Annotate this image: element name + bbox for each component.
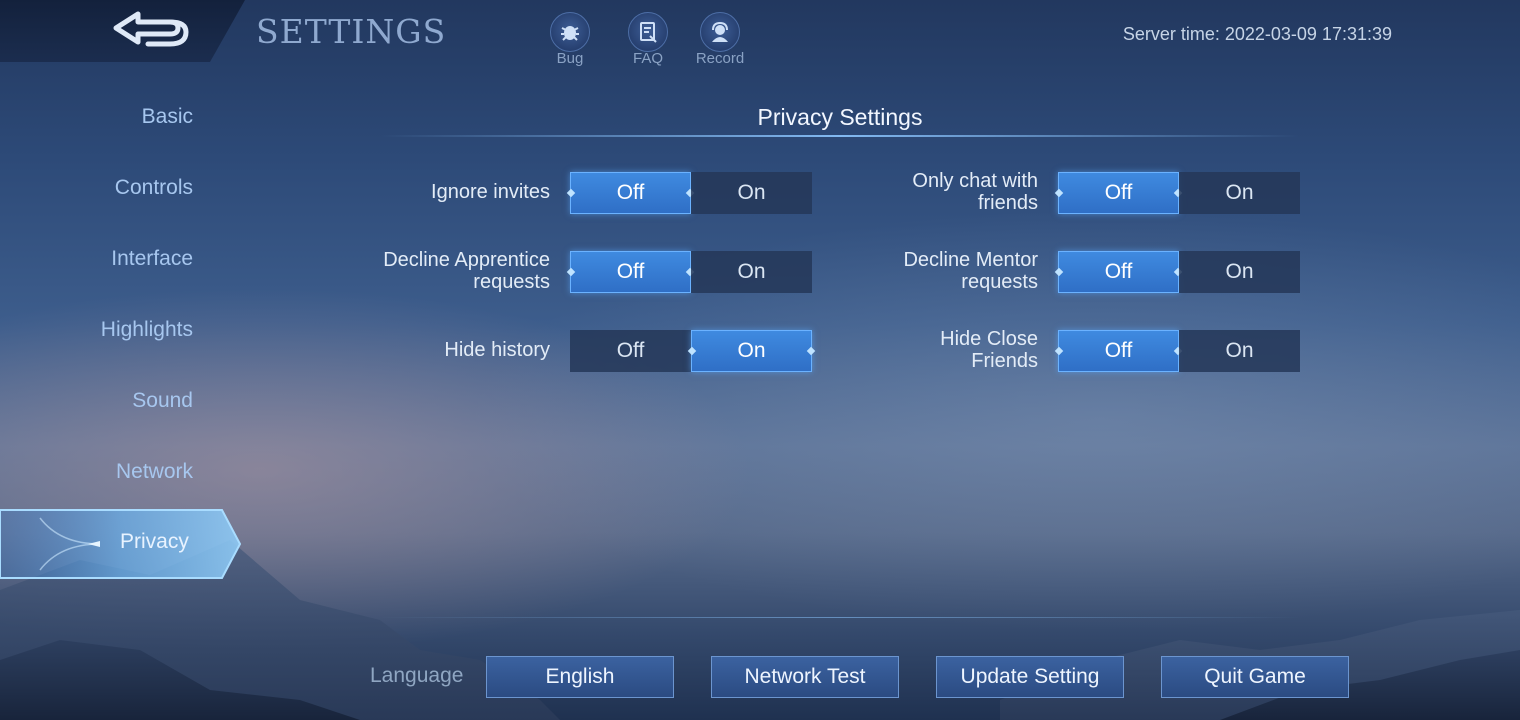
sidebar-item-privacy[interactable]: Privacy	[0, 508, 242, 580]
network-test-button[interactable]: Network Test	[711, 656, 899, 698]
ignore-invites-toggle[interactable]: Off On	[570, 172, 812, 214]
decline-mentor-requests-label: Decline Mentor requests	[903, 249, 1038, 293]
hide-close-friends-off[interactable]: Off	[1058, 330, 1179, 372]
ignore-invites-off[interactable]: Off	[570, 172, 691, 214]
hide-close-friends-on[interactable]: On	[1179, 330, 1300, 372]
sidebar-item-sound[interactable]: Sound	[13, 389, 193, 413]
only-chat-with-friends-on[interactable]: On	[1179, 172, 1300, 214]
hide-close-friends-toggle[interactable]: Off On	[1058, 330, 1300, 372]
update-setting-button[interactable]: Update Setting	[936, 656, 1124, 698]
ignore-invites-label: Ignore invites	[431, 181, 550, 203]
record-button[interactable]: Record	[685, 12, 755, 66]
only-chat-with-friends-toggle[interactable]: Off On	[1058, 172, 1300, 214]
section-divider	[380, 135, 1300, 137]
ignore-invites-on[interactable]: On	[691, 172, 812, 214]
bug-icon	[550, 12, 590, 52]
faq-icon	[628, 12, 668, 52]
hide-history-on[interactable]: On	[691, 330, 812, 372]
sidebar-item-basic[interactable]: Basic	[13, 105, 193, 129]
decline-apprentice-requests-off[interactable]: Off	[570, 251, 691, 293]
language-button[interactable]: English	[486, 656, 674, 698]
record-icon	[700, 12, 740, 52]
decline-mentor-requests-toggle[interactable]: Off On	[1058, 251, 1300, 293]
only-chat-with-friends-off[interactable]: Off	[1058, 172, 1179, 214]
bottom-divider	[380, 617, 1300, 618]
decline-apprentice-requests-toggle[interactable]: Off On	[570, 251, 812, 293]
sidebar-item-label: Privacy	[120, 530, 189, 553]
faq-button[interactable]: FAQ	[613, 12, 683, 66]
server-time: Server time: 2022-03-09 17:31:39	[1122, 24, 1392, 44]
decline-apprentice-requests-label: Decline Apprentice requests	[383, 249, 550, 293]
page-title: SETTINGS	[256, 12, 447, 51]
record-label: Record	[695, 50, 745, 67]
hide-history-off[interactable]: Off	[570, 330, 691, 372]
back-button[interactable]	[108, 8, 198, 54]
sidebar-item-controls[interactable]: Controls	[13, 176, 193, 200]
hide-close-friends-label: Hide Close Friends	[940, 328, 1038, 372]
sidebar-item-highlights[interactable]: Highlights	[13, 318, 193, 342]
decline-mentor-requests-off[interactable]: Off	[1058, 251, 1179, 293]
faq-label: FAQ	[632, 50, 663, 67]
section-title: Privacy Settings	[757, 104, 923, 130]
decline-mentor-requests-on[interactable]: On	[1179, 251, 1300, 293]
hide-history-label: Hide history	[444, 339, 550, 361]
sidebar-item-network[interactable]: Network	[13, 460, 193, 484]
only-chat-with-friends-label: Only chat with friends	[912, 170, 1038, 214]
bug-button[interactable]: Bug	[535, 12, 605, 66]
bug-label: Bug	[556, 50, 584, 67]
hide-history-toggle[interactable]: Off On	[570, 330, 812, 372]
back-arrow-icon	[113, 11, 189, 47]
decline-apprentice-requests-on[interactable]: On	[691, 251, 812, 293]
language-label: Language	[370, 664, 464, 687]
sidebar-item-interface[interactable]: Interface	[13, 247, 193, 271]
quit-game-button[interactable]: Quit Game	[1161, 656, 1349, 698]
